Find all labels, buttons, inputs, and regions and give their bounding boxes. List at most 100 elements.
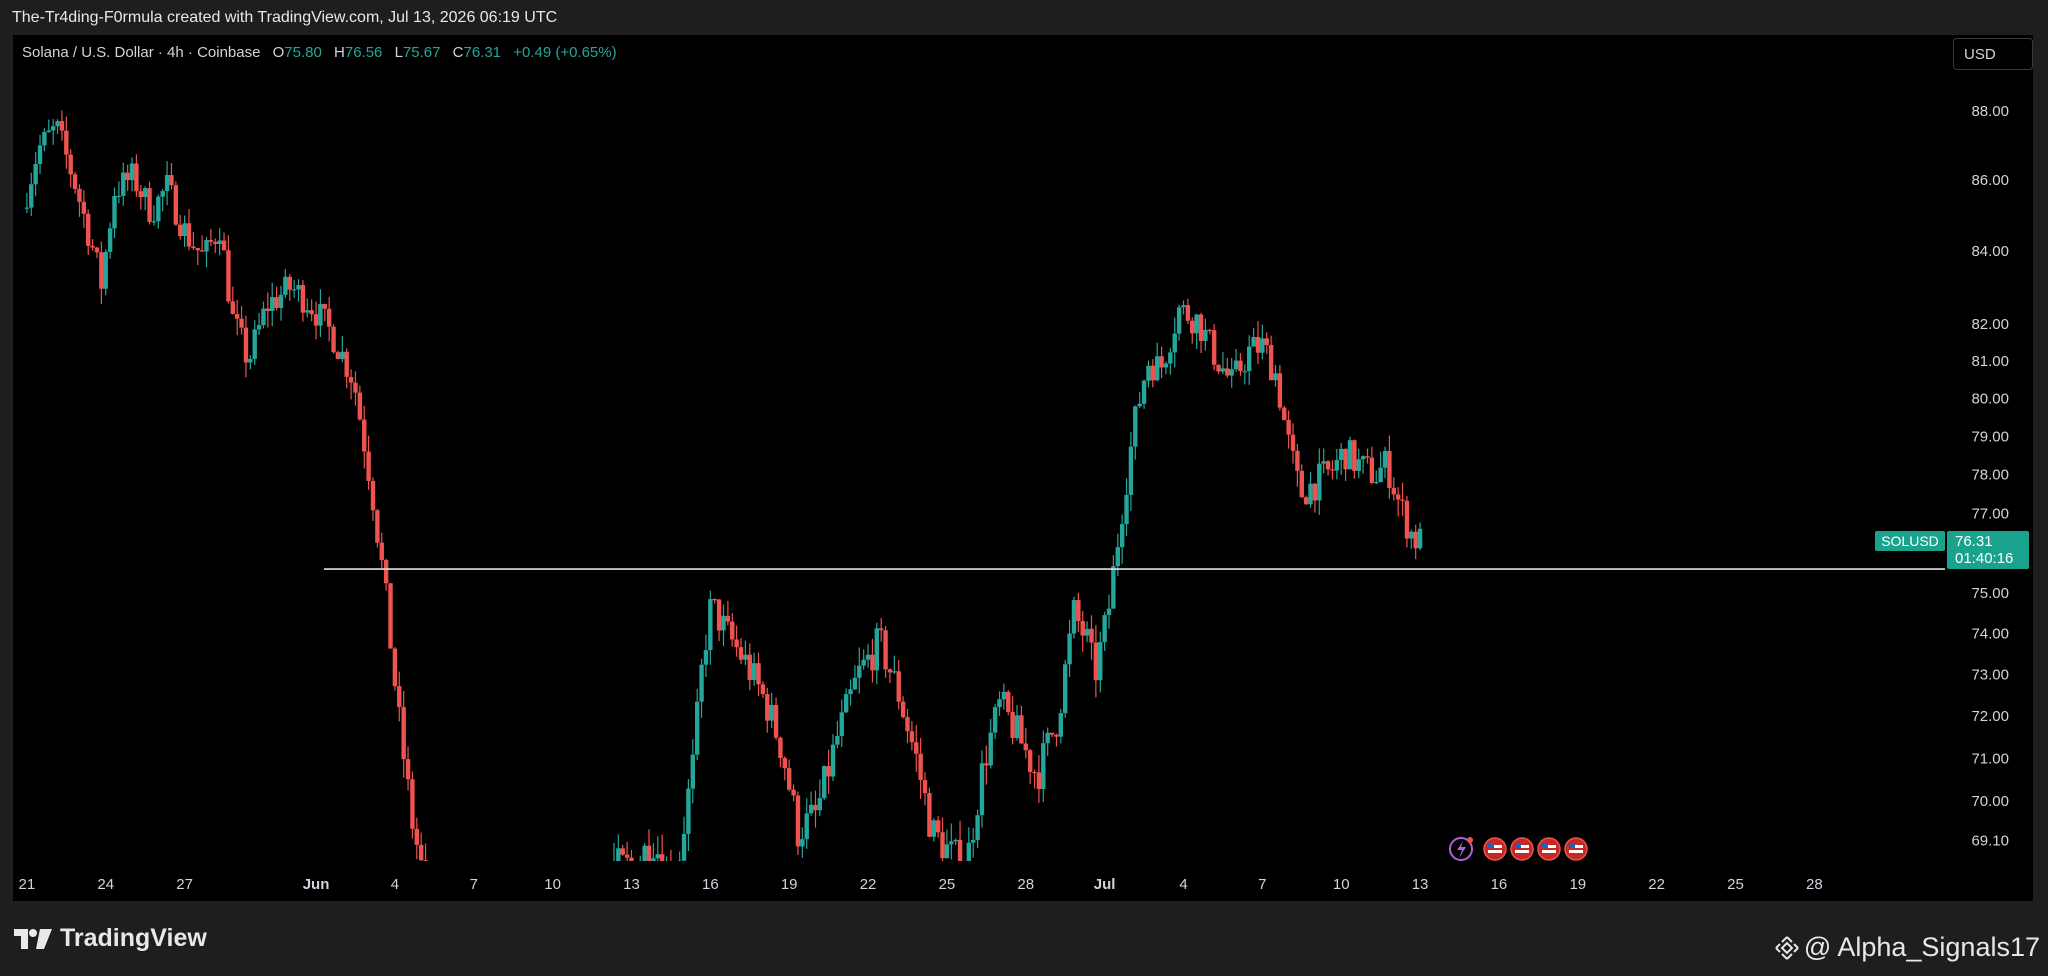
candle [712,598,717,604]
candle [795,791,801,856]
us-flag-event-icon[interactable] [1510,837,1534,861]
candle [1220,352,1226,375]
candle [655,836,660,861]
candle [1137,391,1142,408]
candle [971,827,976,858]
symbol-name[interactable]: Solana / U.S. Dollar · 4h · Coinbase [22,44,260,61]
candle [852,665,858,691]
candle [116,181,122,204]
candle [870,638,875,683]
candle [50,118,56,145]
tradingview-logo[interactable]: TradingView [14,924,207,953]
open-value: 75.80 [284,44,322,61]
candle [1027,748,1033,785]
candle [230,286,235,315]
candle [1404,496,1410,548]
candle [1001,683,1007,710]
candle [927,787,932,838]
candle [670,849,672,861]
candle [199,235,205,252]
candle [1369,446,1375,485]
x-tick-label: 4 [391,876,399,893]
candle [256,312,262,336]
candle [1084,621,1090,643]
x-tick-label: 21 [19,876,36,893]
candle [1049,732,1055,738]
candlestick-chart[interactable]: 88.00 86.00 84.00 82.00 81.00 80.00 79.00 78.00… [13,35,2033,901]
candle [326,296,332,342]
x-tick-label: Jun [303,876,330,893]
candle [826,749,831,794]
candle [616,834,621,861]
y-tick-label: 74.00 [1971,626,2009,643]
candle [138,185,143,210]
candle [629,849,634,861]
candle [984,745,989,785]
candle [646,829,652,861]
y-tick-label: 82.00 [1971,316,2009,333]
candle [931,818,936,842]
candle [822,765,827,801]
candle [392,646,398,691]
candle [1343,448,1348,481]
candle [725,601,731,626]
candle [997,691,1002,716]
candle [839,699,844,748]
x-tick-label: 16 [702,876,719,893]
candle [659,834,665,861]
candle [24,192,30,213]
candle [778,736,783,768]
candle [1352,439,1357,479]
currency-button[interactable]: USD [1953,38,2033,70]
candle [962,864,966,897]
candle [1295,444,1300,487]
us-flag-event-icon[interactable] [1564,837,1588,861]
candle [1045,727,1050,757]
candle [966,827,972,861]
candle [344,348,349,389]
candle [86,209,91,255]
candle [892,655,897,675]
candle [274,286,279,311]
candle [309,299,314,322]
candle [738,637,744,665]
last-price-badge: 76.3101:40:16 [1947,531,2029,569]
candle [33,152,38,197]
candle [861,649,866,670]
candle [1168,347,1173,375]
tradingview-logo-icon [14,928,52,949]
candle [800,827,805,858]
candle [1159,346,1164,379]
candle [1203,318,1208,351]
candle [835,721,840,749]
candle [1273,365,1278,387]
candle [1247,335,1252,385]
us-flag-event-icon[interactable] [1537,837,1561,861]
lightning-event-icon[interactable] [1449,837,1473,861]
x-tick-label: 19 [1569,876,1586,893]
candle [1093,624,1099,698]
candle [686,778,691,852]
candle [1417,522,1423,551]
candle [804,798,809,849]
candle [975,809,980,849]
candle [77,184,82,217]
candle [1102,611,1107,651]
candle [699,658,704,718]
candle [914,725,919,772]
chart-panel[interactable]: 88.00 86.00 84.00 82.00 81.00 80.00 79.00 78.00… [13,35,2033,901]
candle [72,171,78,194]
us-flag-event-icon[interactable] [1483,837,1507,861]
candle [348,369,354,400]
candle [681,816,687,861]
candle [204,237,209,268]
candle [178,214,183,240]
candle [953,838,958,845]
candle [1325,460,1331,476]
candle [81,190,87,228]
y-tick-label: 78.00 [1971,467,2009,484]
candle [296,279,301,302]
candle [1019,705,1024,744]
candle [1321,448,1326,474]
candle [830,734,836,782]
